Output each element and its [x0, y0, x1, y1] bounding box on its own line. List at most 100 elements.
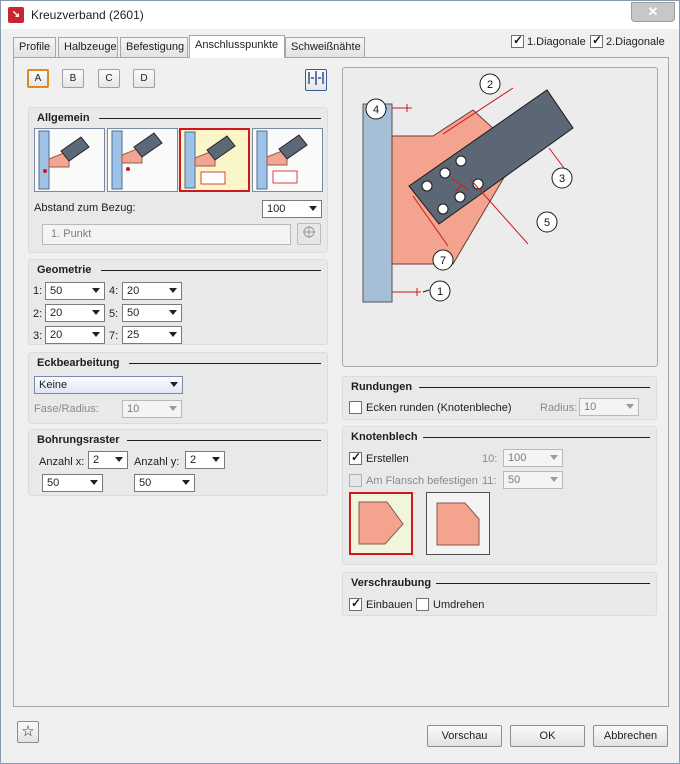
- knotenblech-heading: Knotenblech: [351, 431, 418, 443]
- connection-diagram: 4 2 3 5 7 1: [342, 67, 658, 367]
- diagonale-1-label: 1.Diagonale: [527, 35, 586, 48]
- point-a-button[interactable]: A: [27, 69, 49, 88]
- radius-label: Radius:: [540, 402, 578, 414]
- geo-label-4: 4:: [109, 285, 119, 297]
- flansch-checkbox[interactable]: [349, 474, 362, 487]
- diagonale-1-toggle[interactable]: 1.Diagonale: [511, 33, 586, 48]
- point-d-button[interactable]: D: [133, 69, 155, 88]
- abstand-y-value: 50: [139, 477, 152, 489]
- fase-label: Fase/Radius:: [34, 403, 99, 415]
- radius-select[interactable]: 10: [579, 398, 639, 416]
- tab-halbzeuge[interactable]: Halbzeuge: [58, 37, 118, 57]
- anzahl-x-select[interactable]: 2: [88, 451, 128, 469]
- tab-befestigung[interactable]: Befestigung: [120, 37, 188, 57]
- abbrechen-button[interactable]: Abbrechen: [593, 725, 668, 747]
- ecken-runden-label: Ecken runden (Knotenbleche): [366, 402, 512, 414]
- vorschau-button[interactable]: Vorschau: [427, 725, 502, 747]
- erstellen-checkbox[interactable]: [349, 450, 362, 465]
- param-10-select[interactable]: 100: [503, 449, 563, 467]
- param-10-value: 100: [508, 452, 527, 464]
- diagonale-2-toggle[interactable]: 2.Diagonale: [590, 33, 665, 48]
- geo-label-2: 2:: [33, 308, 43, 320]
- erstellen-label: Erstellen: [366, 453, 409, 465]
- anschluss-variant-3[interactable]: [179, 128, 250, 192]
- geo-label-5: 5:: [109, 308, 119, 320]
- diagonale-2-checkbox[interactable]: [590, 33, 603, 48]
- geo-label-3: 3:: [33, 330, 43, 342]
- geometrie-heading: Geometrie: [37, 264, 92, 276]
- favorite-star-icon[interactable]: ☆: [17, 721, 39, 743]
- divider: [436, 583, 650, 584]
- eckbearbeitung-select[interactable]: Keine: [34, 376, 183, 394]
- fase-value: 10: [127, 403, 140, 415]
- dim-label-5: 5: [544, 217, 550, 229]
- ecken-runden-checkbox[interactable]: [349, 401, 362, 414]
- plate-shape-1[interactable]: [349, 492, 413, 555]
- tab-schweissnaehte[interactable]: Schweißnähte: [285, 37, 365, 57]
- anschluss-variant-1[interactable]: [34, 128, 105, 192]
- einbauen-checkbox[interactable]: [349, 596, 362, 611]
- divider: [129, 363, 321, 364]
- diagonale-1-checkbox[interactable]: [511, 33, 524, 48]
- divider: [99, 118, 321, 119]
- plate-shape-2[interactable]: [426, 492, 490, 555]
- dim-label-1: 1: [437, 286, 443, 298]
- punkt-field[interactable]: 1. Punkt: [42, 224, 291, 245]
- anschluss-variant-4[interactable]: [252, 128, 323, 192]
- abstand-value: 100: [267, 203, 286, 215]
- geo-value-4: 20: [127, 285, 140, 297]
- dim-label-4: 4: [373, 104, 379, 116]
- tab-anschlusspunkte[interactable]: Anschlusspunkte: [189, 35, 285, 58]
- eckbearbeitung-heading: Eckbearbeitung: [37, 357, 120, 369]
- point-b-button[interactable]: B: [62, 69, 84, 88]
- diagonale-2-label: 2.Diagonale: [606, 35, 665, 48]
- point-c-button[interactable]: C: [98, 69, 120, 88]
- geo-value-2: 20: [50, 307, 63, 319]
- geo-value-5: 50: [127, 307, 140, 319]
- param-11-label: 11:: [482, 475, 497, 487]
- eckbearbeitung-value: Keine: [39, 379, 68, 391]
- flansch-label: Am Flansch befestigen: [366, 475, 478, 487]
- einbauen-label: Einbauen: [366, 599, 413, 611]
- abstand-select[interactable]: 100: [262, 200, 322, 218]
- dialog-window: ↘ Kreuzverband (2601) ✕ Profile Halbzeug…: [0, 0, 680, 764]
- radius-value: 10: [584, 401, 597, 413]
- umdrehen-checkbox[interactable]: [416, 598, 429, 611]
- ok-button[interactable]: OK: [510, 725, 585, 747]
- geo-value-3: 20: [50, 329, 63, 341]
- geo-value-1: 50: [50, 285, 63, 297]
- abstand-y-select[interactable]: 50: [134, 474, 195, 492]
- divider: [423, 437, 650, 438]
- geo-label-7: 7:: [109, 330, 119, 342]
- bohrungsraster-heading: Bohrungsraster: [37, 434, 120, 446]
- dim-label-2: 2: [487, 79, 493, 91]
- divider: [419, 387, 650, 388]
- umdrehen-label: Umdrehen: [433, 599, 485, 611]
- anschluss-variant-2[interactable]: [107, 128, 178, 192]
- divider: [127, 440, 321, 441]
- geo-select-5[interactable]: 50: [122, 304, 182, 322]
- geo-select-7[interactable]: 25: [122, 326, 182, 344]
- close-button[interactable]: ✕: [631, 2, 675, 22]
- tab-profile[interactable]: Profile: [13, 37, 56, 57]
- param-11-select[interactable]: 50: [503, 471, 563, 489]
- geo-select-3[interactable]: 20: [45, 326, 105, 344]
- mirror-icon[interactable]: [305, 69, 327, 91]
- pick-icon: [303, 226, 315, 238]
- param-11-value: 50: [508, 474, 521, 486]
- param-10-label: 10:: [482, 453, 498, 465]
- dim-label-3: 3: [559, 173, 565, 185]
- pick-point-button[interactable]: [297, 223, 321, 245]
- abstand-x-select[interactable]: 50: [42, 474, 103, 492]
- geo-select-1[interactable]: 50: [45, 282, 105, 300]
- fase-select[interactable]: 10: [122, 400, 182, 418]
- anzahl-y-value: 2: [190, 454, 197, 466]
- rundungen-heading: Rundungen: [351, 381, 413, 393]
- geo-select-4[interactable]: 20: [122, 282, 182, 300]
- geo-select-2[interactable]: 20: [45, 304, 105, 322]
- title-bar: ↘ Kreuzverband (2601) ✕: [1, 1, 679, 29]
- anzahl-y-select[interactable]: 2: [185, 451, 225, 469]
- anzahl-x-label: Anzahl x:: [39, 456, 85, 468]
- app-icon: ↘: [8, 7, 24, 23]
- geo-value-7: 25: [127, 329, 140, 341]
